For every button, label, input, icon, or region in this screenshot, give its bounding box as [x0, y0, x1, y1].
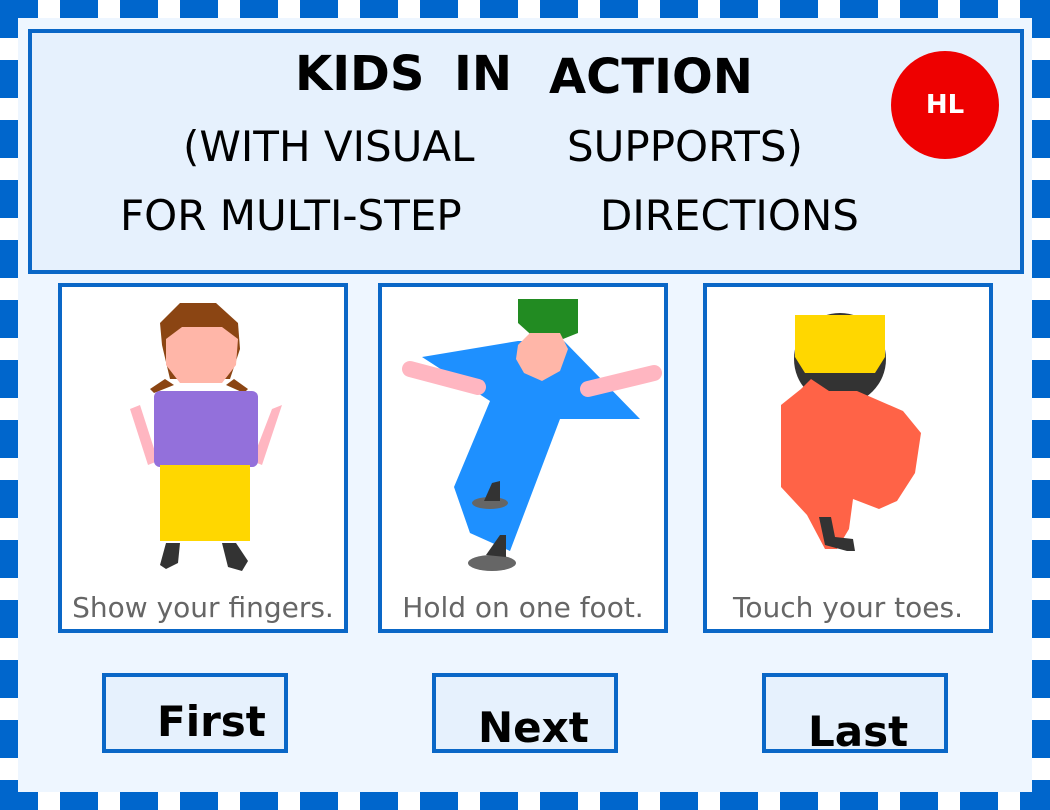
next-button[interactable]: Next [432, 673, 618, 753]
subtitle-part-4: DIRECTIONS [600, 191, 859, 240]
subtitle-part-1: (WITH VISUAL [183, 122, 475, 171]
next-button-label: Next [478, 703, 589, 752]
last-button[interactable]: Last [762, 673, 948, 753]
girl-illustration [130, 303, 282, 571]
hl-badge: HL [891, 51, 999, 159]
action-card-toes[interactable]: Touch your toes. [703, 283, 993, 633]
subtitle-part-3: FOR MULTI-STEP [120, 191, 462, 240]
title-word-in: IN [454, 46, 513, 102]
first-button-label: First [157, 697, 266, 746]
last-button-label: Last [808, 707, 909, 756]
first-button[interactable]: First [102, 673, 288, 753]
dashed-border-bottom [0, 792, 1050, 810]
action-card-one-foot[interactable]: Hold on one foot. [378, 283, 668, 633]
boy-illustration [402, 299, 662, 571]
dashed-border-right [1032, 0, 1050, 810]
title-word-kids: KIDS [295, 46, 425, 102]
card-caption: Touch your toes. [733, 591, 963, 624]
subtitle-part-2: SUPPORTS) [567, 122, 803, 171]
dashed-border-left [0, 0, 18, 810]
title-word-action: ACTION [549, 49, 753, 105]
action-card-fingers[interactable]: Show your fingers. [58, 283, 348, 633]
card-caption: Show your fingers. [72, 591, 334, 624]
dashed-border-top [0, 0, 1050, 18]
child-bending-illustration [781, 313, 921, 551]
card-caption: Hold on one foot. [402, 591, 644, 624]
